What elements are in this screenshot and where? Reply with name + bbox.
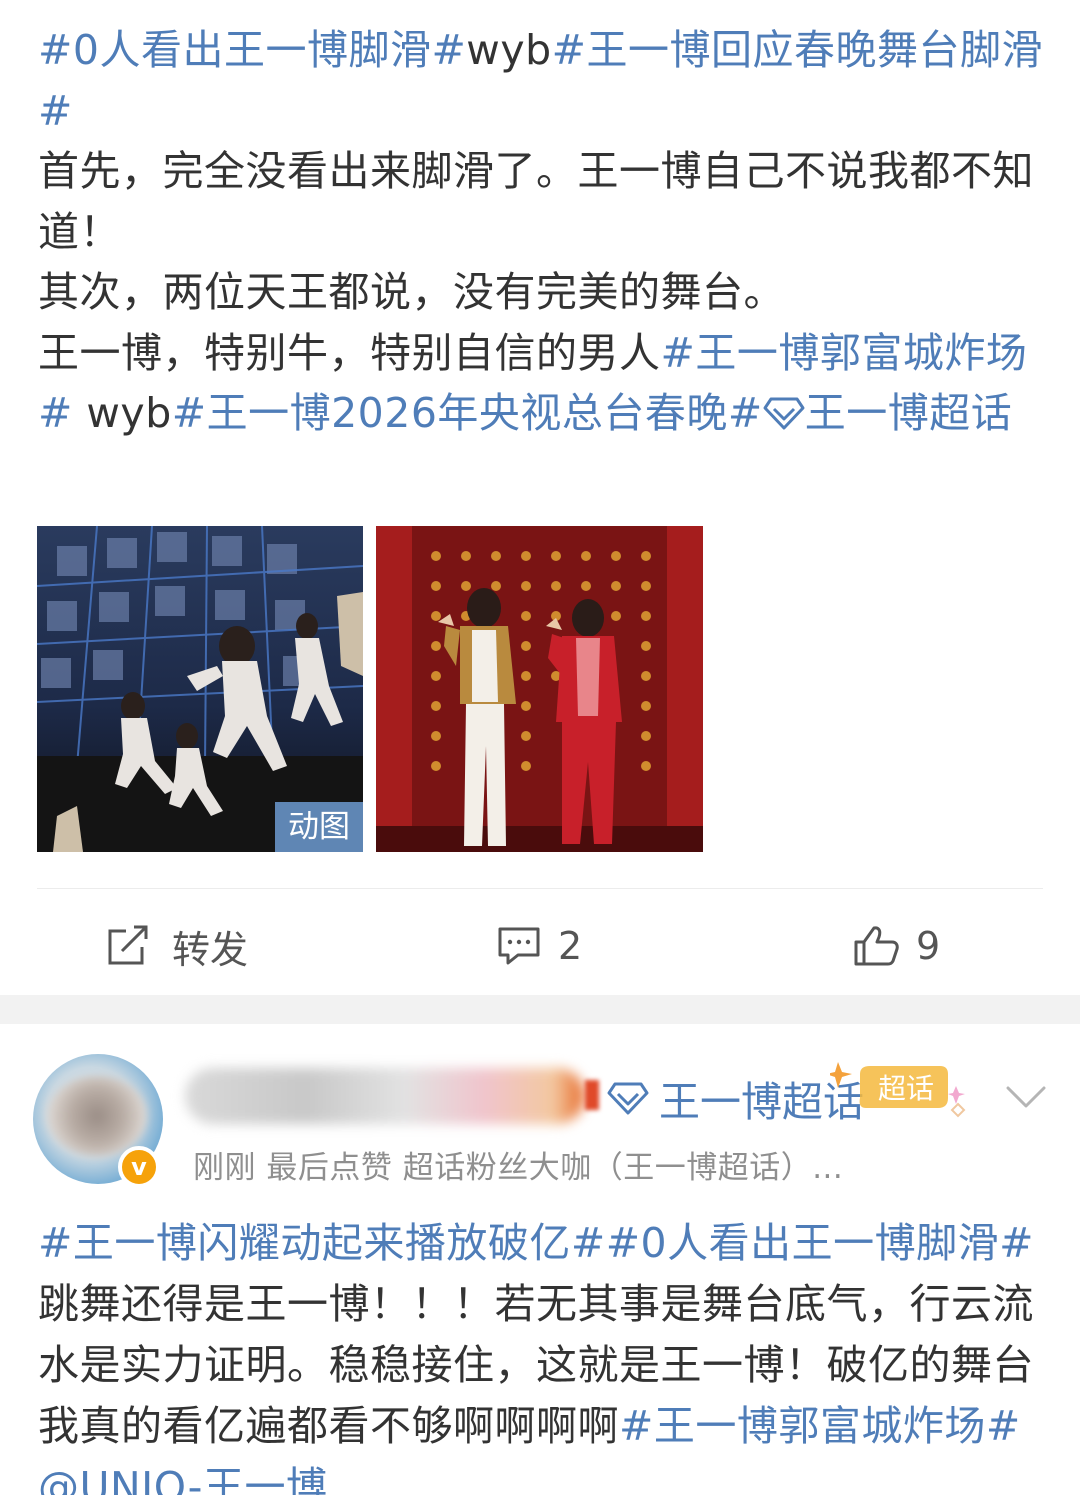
post-2-text: #王一博闪耀动起来播放破亿##0人看出王一博脚滑#跳舞还得是王一博！！！若无其事… [38,1213,1048,1495]
feed-separator [0,995,1080,1024]
hashtag-link[interactable]: 王一博超话 [805,389,1013,437]
hashtag-link[interactable]: #王一博2026年央视总台春晚# [172,389,763,437]
thumbs-up-icon [854,926,899,966]
repost-icon [108,925,148,965]
post-image-duo[interactable] [376,526,703,852]
hashtag-link[interactable]: #王一博郭富城炸场# [619,1402,1021,1450]
post-1-text: #0人看出王一博脚滑#wyb#王一博回应春晚舞台脚滑# 首先，完全没看出来脚滑了。… [38,20,1048,444]
badge-text: 超话 [878,1072,934,1105]
post-image-dance[interactable]: 动图 [37,526,363,852]
supertopic-diamond-icon [607,1082,649,1115]
comment-icon [498,927,540,965]
username-blurred-mark [585,1080,599,1110]
supertopic-badge-icon: 超话 [826,1062,966,1118]
post-text: 其次，两位天王都说，没有完美的舞台。 [38,268,785,316]
weibo-post-2: v 王一博超话 超话 刚刚 最后点赞 超话粉丝大咖（王一博超话）... #王一博… [0,1024,1080,1495]
post-text: 首先，完全没看出来脚滑了。王一博自己不说我都不知道！ [38,147,1034,256]
red-stage-picture [376,526,703,852]
post-divider [37,888,1043,889]
post-text: wyb [466,26,552,74]
post-meta: 刚刚 最后点赞 超话粉丝大咖（王一博超话）... [193,1150,844,1186]
repost-button[interactable]: 转发 [106,918,248,974]
username-blurred[interactable] [185,1068,585,1124]
hashtag-link[interactable]: #王一博闪耀动起来播放破亿##0人看出王一博脚滑# [38,1219,1034,1267]
repost-label: 转发 [172,927,249,972]
hashtag-link[interactable]: @UNIQ-王一博 [38,1463,327,1495]
comment-button[interactable]: 2 [496,918,582,974]
supertopic-diamond-icon [763,387,805,430]
supertopic-link[interactable]: 王一博超话 [607,1070,864,1126]
comment-count: 2 [558,924,583,968]
post-text: 王一博，特别牛，特别自信的男人 [38,328,661,377]
like-count: 9 [916,924,941,968]
weibo-post-1: #0人看出王一博脚滑#wyb#王一博回应春晚舞台脚滑# 首先，完全没看出来脚滑了。… [0,0,1080,995]
verified-v-icon: v [118,1146,160,1188]
hashtag-link[interactable]: #0人看出王一博脚滑# [38,26,466,74]
animated-badge: 动图 [275,802,363,852]
like-button[interactable]: 9 [852,918,940,974]
post-text: wyb [72,389,172,437]
supertopic-badge: 超话 [826,1060,966,1120]
chevron-down-icon[interactable] [1005,1084,1047,1112]
